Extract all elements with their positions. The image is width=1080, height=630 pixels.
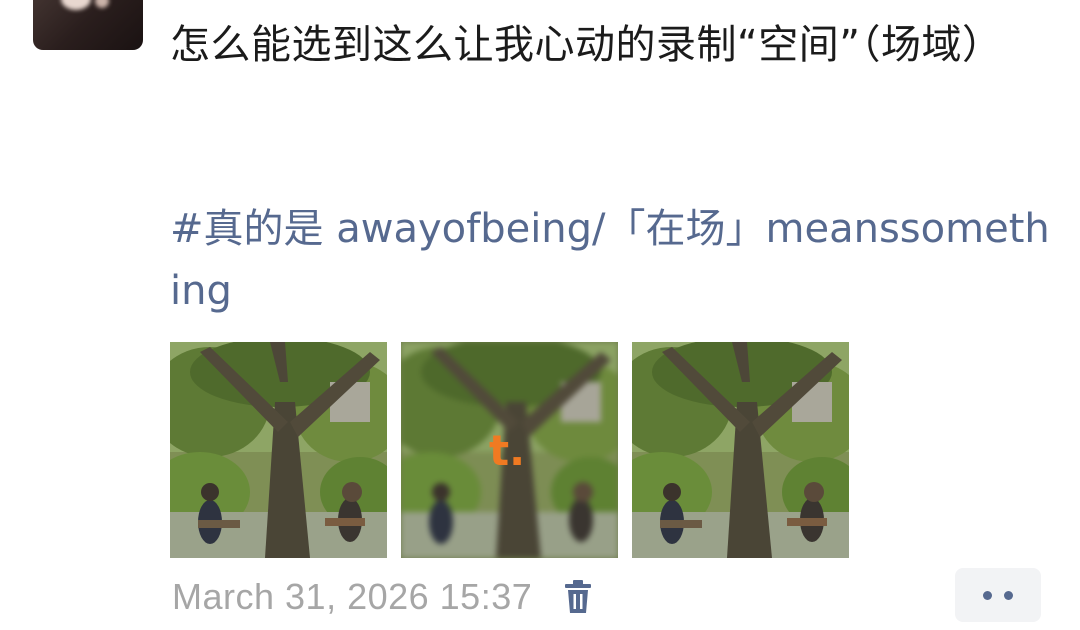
- photo-garden-scene: [632, 342, 849, 558]
- more-dots-icon: [1004, 590, 1013, 600]
- trash-icon[interactable]: [562, 579, 594, 615]
- avatar-highlight: [61, 0, 91, 10]
- image-thumbnail-2[interactable]: t.: [401, 342, 618, 558]
- watermark-logo: t.: [489, 426, 526, 475]
- more-options-button[interactable]: [955, 568, 1041, 622]
- post-text: 怎么能选到这么让我心动的录制“空间”（场域）: [170, 22, 1003, 68]
- post-meta: March 31, 2026 15:37: [172, 574, 594, 620]
- hashtag-link[interactable]: #真的是 awayofbeing/「在场」meanssomething: [170, 198, 1060, 322]
- timestamp: March 31, 2026 15:37: [172, 576, 533, 617]
- image-thumbnail-1[interactable]: [170, 342, 387, 558]
- image-grid: t.: [170, 342, 849, 558]
- image-thumbnail-3[interactable]: [632, 342, 849, 558]
- avatar-highlight-2: [95, 0, 109, 8]
- more-dots-icon: [983, 590, 992, 600]
- trash-icon-graphic: [565, 580, 592, 613]
- photo-garden-scene: [170, 342, 387, 558]
- avatar[interactable]: [33, 0, 143, 50]
- moment-post: 怎么能选到这么让我心动的录制“空间”（场域） #真的是 awayofbeing/…: [0, 0, 1080, 630]
